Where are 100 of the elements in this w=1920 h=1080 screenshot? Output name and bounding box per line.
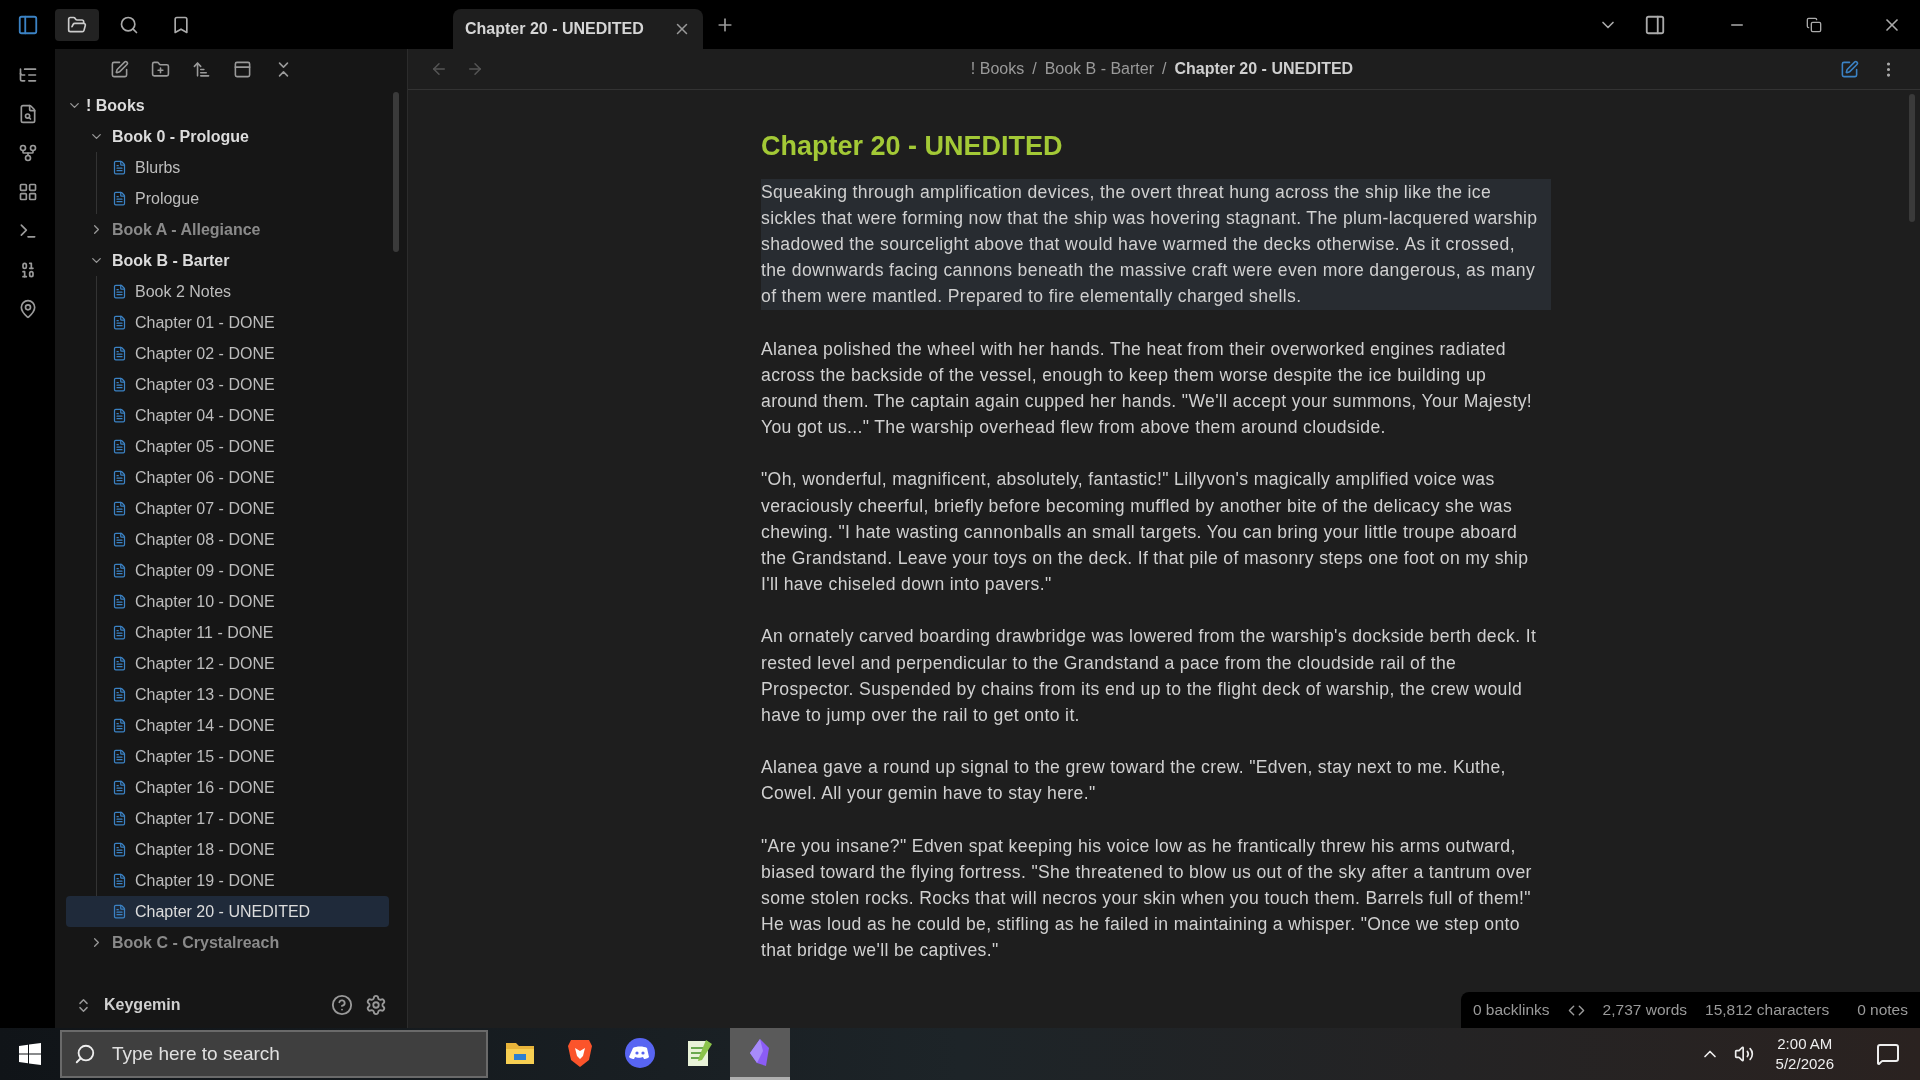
breadcrumb-separator: /: [1162, 59, 1167, 79]
paragraph: Alanea gave a round up signal to the grew toward the crew. "Edven, stay next to me. Kuthe, Cowel. All your gemin have to stay here.": [761, 756, 1507, 806]
windows-logo-icon[interactable]: [19, 1043, 41, 1065]
notes-count: 0 notes: [1857, 1000, 1908, 1021]
document-icon: [112, 191, 127, 206]
document-icon: [112, 873, 127, 888]
file-tree-item[interactable]: Chapter 15 - DONE: [66, 741, 389, 772]
right-sidebar-icon[interactable]: [1644, 13, 1666, 36]
document-icon: [112, 315, 127, 330]
file-tree-item[interactable]: Chapter 16 - DONE: [66, 772, 389, 803]
document-icon: [112, 811, 127, 826]
document-icon: [112, 160, 127, 175]
paragraph: Alanea polished the wheel with her hands. The heat from their overworked engines radiated across the backside of the vessel, enough to keep them worse despite the ice building up around them. The captain again cupped her hands. "We'll accept your summons, Your Majesty! You got us..." The warship overhead flew from above them around cloudside.: [761, 337, 1534, 440]
help-icon[interactable]: [331, 994, 353, 1016]
lion-shield-icon: [567, 1037, 593, 1068]
notepad-icon: [686, 1037, 714, 1068]
file-tree-item[interactable]: Chapter 13 - DONE: [66, 679, 389, 710]
breadcrumb-item[interactable]: ! Books: [970, 57, 1025, 81]
character-count: 15,812 characters: [1705, 1000, 1830, 1021]
file-tree-item[interactable]: Chapter 04 - DONE: [66, 400, 389, 431]
paragraph: An ornately carved boarding drawbridge was lowered from the warship's dockside berth deck. It rested level and perpendicular to the Grandstand a pace from the cloudside rail of the Prospector. Suspended by chains from its end up to the flight deck of warship, the crew would have to jump over the rail to get onto it.: [761, 625, 1538, 727]
restore-icon[interactable]: [1806, 16, 1822, 33]
notifications-icon[interactable]: [1876, 1042, 1900, 1066]
tab-title: Chapter 20 - UNEDITED: [465, 19, 644, 39]
folder-item[interactable]: Book A - Allegiance: [65, 214, 389, 245]
search-icon: [74, 1043, 96, 1065]
folder-icon: [67, 14, 87, 35]
file-tree-item[interactable]: Blurbs: [66, 152, 389, 183]
document-icon: [112, 656, 127, 671]
document-icon: [112, 594, 127, 609]
document-icon: [112, 532, 127, 547]
search-icon[interactable]: [119, 14, 139, 35]
document-icon: [112, 563, 127, 578]
file-tree-item[interactable]: Prologue: [66, 183, 389, 214]
vault-name[interactable]: Keygemin: [104, 993, 181, 1017]
file-tree-item[interactable]: Chapter 07 - DONE: [66, 493, 389, 524]
folder-item[interactable]: Book C - Crystalreach: [65, 927, 389, 958]
folder-item[interactable]: ! Books: [65, 90, 389, 121]
file-tree-item[interactable]: Chapter 14 - DONE: [66, 710, 389, 741]
scrollbar-thumb[interactable]: [393, 92, 399, 252]
crystal-icon: [748, 1037, 772, 1068]
outline-icon[interactable]: [17, 65, 38, 85]
grid-icon[interactable]: [17, 182, 38, 202]
document-icon: [112, 501, 127, 516]
file-tree-item[interactable]: Chapter 09 - DONE: [66, 555, 389, 586]
document-icon: [112, 470, 127, 485]
volume-icon[interactable]: [1733, 1044, 1754, 1064]
file-tree-item[interactable]: Chapter 08 - DONE: [66, 524, 389, 555]
breadcrumb-item[interactable]: Book B - Barter: [1044, 57, 1154, 81]
sort-icon[interactable]: [191, 60, 211, 79]
new-folder-icon[interactable]: [150, 60, 170, 79]
breadcrumb-separator: /: [1032, 59, 1037, 79]
game-controller-icon: [625, 1037, 655, 1068]
document-icon: [112, 408, 127, 423]
document-icon: [112, 842, 127, 857]
document-icon: [112, 625, 127, 640]
file-tree-item[interactable]: Book 2 Notes: [66, 276, 389, 307]
tab[interactable]: Chapter 20 - UNEDITED: [453, 9, 703, 49]
taskbar-search-field[interactable]: Type here to search: [60, 1030, 488, 1078]
file-tree-item[interactable]: Chapter 02 - DONE: [66, 338, 389, 369]
collapse-panel-icon[interactable]: [232, 60, 252, 79]
bookmark-icon[interactable]: [171, 14, 191, 35]
file-tree-item[interactable]: Chapter 11 - DONE: [66, 617, 389, 648]
file-tree-item[interactable]: Chapter 05 - DONE: [66, 431, 389, 462]
paragraph: "Are you insane?" Edven spat keeping his voice low as he frantically threw his arms outward, biased toward the flying fortress. "She threatened to blow us out of the sky after a tantrum over some stolen rocks. Rocks that will necros your skin when you touch them. Barrels full of them!" He was loud as he could be, stifling as he failed in maintaining a whisper. "Once we step onto that bridge we'll be captives.": [761, 834, 1533, 963]
file-tree-item[interactable]: Chapter 10 - DONE: [66, 586, 389, 617]
file-tree-item[interactable]: Chapter 17 - DONE: [66, 803, 389, 834]
document-icon: [112, 687, 127, 702]
file-tree-item[interactable]: Chapter 20 - UNEDITED: [66, 896, 389, 927]
paragraph: "Oh, wonderful, magnificent, absolutely, fantastic!" Lillyvon's magically amplified voice was veraciously cheerful, briefly before becoming muffled by another bite of the delicacy she was chewing. "I hate wasting cannonballs an small targets. You can bring your little troupe aboard the Grandstand. Leave your toys on the deck. If that pile of masonry steps one foot on my ship I'll have chiseled down into pavers.": [761, 468, 1530, 597]
file-tree-item[interactable]: Chapter 06 - DONE: [66, 462, 389, 493]
new-note-icon[interactable]: [109, 60, 129, 79]
settings-icon[interactable]: [365, 994, 387, 1016]
document-icon: [112, 377, 127, 392]
sidebar-toggle-icon[interactable]: [16, 13, 39, 36]
document-icon: [112, 439, 127, 454]
file-tree-item[interactable]: Chapter 19 - DONE: [66, 865, 389, 896]
note-title: Chapter 20 - UNEDITED: [761, 130, 1064, 163]
word-count: 2,737 words: [1602, 1000, 1688, 1021]
folder-item[interactable]: Book B - Barter: [65, 245, 389, 276]
clock-date: 5/2/2026: [1775, 1054, 1834, 1074]
document-icon: [112, 749, 127, 764]
document-icon: [112, 346, 127, 361]
clock-time: 2:00 AM: [1777, 1034, 1833, 1054]
graph-icon[interactable]: [17, 143, 38, 163]
document-icon: [112, 904, 127, 919]
files-button[interactable]: [55, 8, 99, 41]
document-icon: [112, 780, 127, 795]
document-icon: [112, 718, 127, 733]
scrollbar-thumb[interactable]: [1909, 94, 1915, 222]
file-tree-item[interactable]: Chapter 12 - DONE: [66, 648, 389, 679]
file-tree-item[interactable]: Chapter 18 - DONE: [66, 834, 389, 865]
folder-item[interactable]: Book 0 - Prologue: [65, 121, 389, 152]
edit-mode-icon[interactable]: [1840, 59, 1859, 79]
file-tree-item[interactable]: Chapter 01 - DONE: [66, 307, 389, 338]
paragraph: Squeaking through amplification devices, the overt threat hung across the ship like the ice sickles that were forming now that the ship was hovering stagnant. The plum-lacquered warship shadowed the sourcelight above that would have warmed the decks otherwise. As it crossed, the downwards facing cannons beneath the massive craft were even more dangerous, as many of them were mantled. Prepared to fire elementally charged shells.: [761, 178, 1551, 310]
breadcrumb-item[interactable]: Chapter 20 - UNEDITED: [1174, 57, 1354, 81]
document-icon: [112, 284, 127, 299]
backlinks-count[interactable]: 0 backlinks: [1472, 998, 1550, 1022]
file-tree-item[interactable]: Chapter 03 - DONE: [66, 369, 389, 400]
